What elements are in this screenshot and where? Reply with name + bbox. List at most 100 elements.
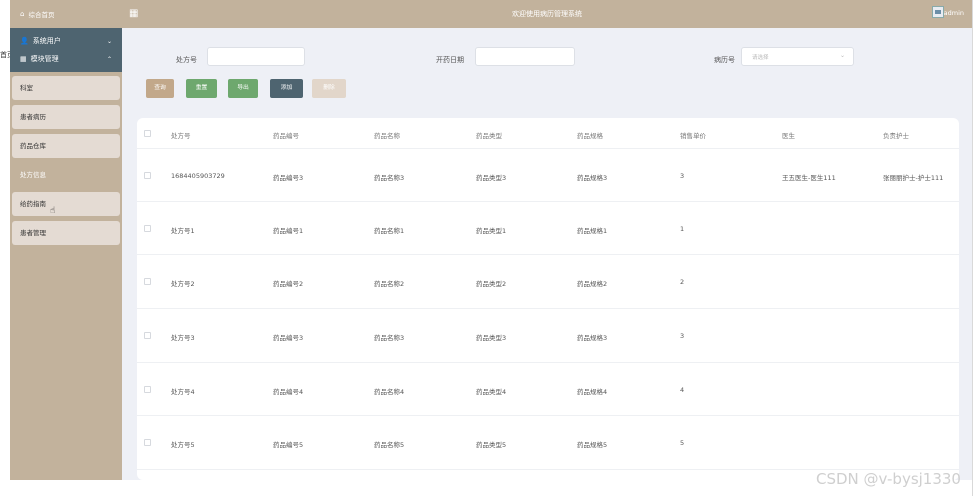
image-icon [935, 10, 941, 14]
table-cell: 药品名称5 [374, 441, 405, 449]
table-cell: 王五医生-医生111 [782, 174, 836, 182]
sidebar-item-department[interactable]: 科室 [12, 76, 120, 100]
sidebar-item-patient-management[interactable]: 患者管理 [12, 221, 120, 245]
table-row[interactable]: 处方号3 药品编号3 药品名称3 药品类型3 药品规格3 3 [137, 309, 959, 363]
table-cell: 张丽丽护士-护士111 [883, 174, 944, 182]
table-cell: 4 [680, 386, 685, 394]
chevron-up-icon: ⌃ [106, 55, 112, 63]
data-table: 处方号 药品编号 药品名称 药品类型 药品规格 销售单价 医生 负责护士 168… [137, 118, 959, 480]
table-cell: 1 [680, 225, 685, 233]
table-cell: 药品类型1 [476, 227, 507, 235]
table-cell: 药品规格3 [577, 334, 608, 342]
prescription-label: 处方号 [176, 56, 197, 64]
add-button[interactable]: 添加 [270, 79, 303, 98]
home-icon: ⌂ [20, 10, 25, 18]
sidebar-home-label: 综合首页 [28, 11, 55, 19]
table-cell: 药品规格3 [577, 174, 608, 182]
table-cell: 药品编号1 [273, 227, 304, 235]
table-cell: 3 [680, 332, 685, 340]
sidebar-item-medication-guide[interactable]: 给药指南 ☝ [12, 192, 120, 216]
table-header-row: 处方号 药品编号 药品名称 药品类型 药品规格 销售单价 医生 负责护士 [137, 118, 959, 149]
table-cell: 药品名称1 [374, 227, 405, 235]
pointer-cursor-icon: ☝ [50, 206, 56, 216]
sidebar-submenu: 科室 患者病历 药品仓库 处方信息 给药指南 ☝ 患者管理 [10, 72, 122, 245]
column-header: 销售单价 [680, 132, 706, 140]
sidebar-item-drug-warehouse[interactable]: 药品仓库 [12, 134, 120, 158]
export-button[interactable]: 导出 [228, 79, 258, 98]
top-header: ▦ 欢迎使用病历管理系统 admin [122, 0, 972, 28]
table-cell: 2 [680, 278, 685, 286]
page-title: 欢迎使用病历管理系统 [512, 10, 582, 18]
table-cell: 药品编号3 [273, 334, 304, 342]
sidebar-home[interactable]: ⌂ 综合首页 [10, 0, 122, 28]
row-checkbox[interactable] [144, 386, 151, 393]
record-select[interactable]: 请选择 ⌄ [741, 47, 854, 66]
table-cell: 5 [680, 439, 685, 447]
right-edge [972, 0, 980, 496]
query-button[interactable]: 查询 [146, 79, 174, 98]
date-label: 开药日期 [436, 56, 464, 64]
table-cell: 药品类型5 [476, 441, 507, 449]
sidebar-group-label: 模块管理 [30, 55, 59, 63]
username[interactable]: admin [944, 9, 964, 17]
table-row[interactable]: 处方号5 药品编号5 药品名称5 药品类型5 药品规格5 5 [137, 416, 959, 470]
table-cell: 处方号2 [171, 280, 195, 288]
table-cell: 3 [680, 172, 685, 180]
column-header: 负责护士 [883, 132, 909, 140]
sidebar-group-label: 系统用户 [32, 37, 61, 45]
table-cell: 药品类型2 [476, 280, 507, 288]
sidebar-group-modules[interactable]: ▦ 模块管理 ⌃ [10, 50, 122, 68]
table-cell: 药品名称2 [374, 280, 405, 288]
main-content: 处方号 开药日期 病历号 请选择 ⌄ 查询 重置 导出 添加 删除 处方号 药品… [122, 28, 972, 480]
row-checkbox[interactable] [144, 172, 151, 179]
table-cell: 药品编号3 [273, 174, 304, 182]
table-cell: 药品编号2 [273, 280, 304, 288]
table-row[interactable]: 1684405903729 药品编号3 药品名称3 药品类型3 药品规格3 3 … [137, 149, 959, 202]
column-header: 医生 [782, 132, 795, 140]
prescription-input[interactable] [207, 47, 305, 66]
user-icon: 👤 [20, 37, 29, 45]
left-edge: 首页 [0, 0, 14, 496]
table-row[interactable]: 处方号4 药品编号4 药品名称4 药品类型4 药品规格4 4 [137, 363, 959, 416]
sidebar-groups: 👤 系统用户 ⌄ ▦ 模块管理 ⌃ [10, 28, 122, 72]
table-cell: 药品类型4 [476, 388, 507, 396]
table-row[interactable]: 处方号1 药品编号1 药品名称1 药品类型1 药品规格1 1 [137, 202, 959, 255]
table-cell: 药品规格1 [577, 227, 608, 235]
table-cell: 药品编号4 [273, 388, 304, 396]
table-cell: 1684405903729 [171, 172, 225, 180]
reset-button[interactable]: 重置 [186, 79, 217, 98]
column-header: 药品类型 [476, 132, 502, 140]
watermark: CSDN @v-bysj1330 [816, 470, 961, 488]
row-checkbox[interactable] [144, 332, 151, 339]
sidebar-group-system-users[interactable]: 👤 系统用户 ⌄ [10, 32, 122, 50]
table-cell: 药品类型3 [476, 334, 507, 342]
table-cell: 处方号3 [171, 334, 195, 342]
table-cell: 处方号5 [171, 441, 195, 449]
sidebar-item-label: 给药指南 [20, 200, 46, 208]
date-input[interactable] [475, 47, 575, 66]
column-header: 药品名称 [374, 132, 400, 140]
sidebar-item-prescriptions[interactable]: 处方信息 [12, 163, 120, 187]
column-header: 药品规格 [577, 132, 603, 140]
table-cell: 药品规格2 [577, 280, 608, 288]
select-all-checkbox[interactable] [144, 130, 151, 137]
row-checkbox[interactable] [144, 278, 151, 285]
delete-button[interactable]: 删除 [312, 79, 346, 98]
row-checkbox[interactable] [144, 439, 151, 446]
table-cell: 处方号1 [171, 227, 195, 235]
column-header: 药品编号 [273, 132, 299, 140]
avatar[interactable] [932, 6, 944, 18]
sidebar-item-patient-records[interactable]: 患者病历 [12, 105, 120, 129]
grid-icon: ▦ [20, 55, 27, 63]
table-cell: 药品名称3 [374, 334, 405, 342]
chevron-down-icon: ⌄ [839, 52, 845, 59]
table-row[interactable]: 处方号2 药品编号2 药品名称2 药品类型2 药品规格2 2 [137, 255, 959, 309]
sidebar: ⌂ 综合首页 👤 系统用户 ⌄ ▦ 模块管理 ⌃ 科室 患者病历 药品仓库 处方… [10, 0, 122, 480]
table-cell: 药品编号5 [273, 441, 304, 449]
row-checkbox[interactable] [144, 225, 151, 232]
table-cell: 处方号4 [171, 388, 195, 396]
table-cell: 药品规格5 [577, 441, 608, 449]
record-select-placeholder: 请选择 [752, 55, 769, 61]
table-cell: 药品类型3 [476, 174, 507, 182]
column-header: 处方号 [171, 132, 191, 140]
